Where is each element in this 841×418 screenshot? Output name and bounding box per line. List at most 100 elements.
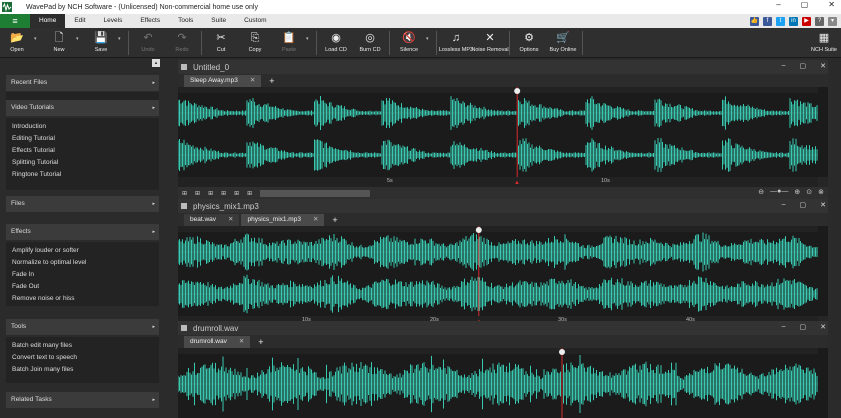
minimize-button[interactable]: – <box>776 0 780 9</box>
panel-minimize-button[interactable]: – <box>782 323 786 331</box>
file-tab[interactable]: beat.wav ✕ <box>184 214 240 226</box>
sidebar-link[interactable]: Normalize to optimal level <box>6 257 159 269</box>
region-icon[interactable]: ⊞ <box>247 190 252 197</box>
horizontal-scrollbar[interactable] <box>260 189 371 197</box>
menu-edit[interactable]: Edit <box>65 14 94 28</box>
add-tab-button[interactable]: + <box>326 214 343 226</box>
load-cd-button[interactable]: ◉ Load CD <box>319 28 353 58</box>
dropdown-arrow-icon[interactable]: ▾ <box>34 28 42 42</box>
dropdown-arrow-icon[interactable]: ▾ <box>76 28 84 42</box>
file-tab[interactable]: physics_mix1.mp3 ✕ <box>241 214 325 226</box>
nch-suite-button[interactable]: ▦ NCH Suite <box>807 28 841 58</box>
options-button[interactable]: ⚙ Options <box>512 28 546 58</box>
sidebar-link[interactable]: Introduction <box>6 121 159 133</box>
dropdown-arrow-icon[interactable]: ▾ <box>118 28 126 42</box>
sidebar-link[interactable]: Ringtone Tutorial <box>6 169 159 181</box>
panel-close-button[interactable]: ✕ <box>820 62 826 70</box>
linkedin-icon[interactable]: in <box>789 16 798 26</box>
panel-close-button[interactable]: ✕ <box>820 323 826 331</box>
select-all-icon[interactable]: ⊞ <box>182 190 187 197</box>
youtube-icon[interactable]: ▶ <box>802 16 811 26</box>
panel-minimize-button[interactable]: – <box>782 62 786 70</box>
dropdown-arrow-icon[interactable]: ▾ <box>306 28 314 42</box>
paste-button[interactable]: 📋 Paste <box>272 28 306 58</box>
new-button[interactable]: 🗋 New <box>42 28 76 58</box>
sidebar-link[interactable]: Editing Tutorial <box>6 133 159 145</box>
sidebar-link[interactable]: Batch edit many files <box>6 340 159 352</box>
panel-maximize-button[interactable]: ▢ <box>800 201 807 209</box>
facebook-icon[interactable]: f <box>763 16 772 26</box>
hamburger-menu-icon[interactable]: ≡ <box>0 14 30 28</box>
sidebar-section-video-tutorials[interactable]: Video Tutorials ▸ <box>6 100 159 116</box>
menu-home[interactable]: Home <box>30 14 66 28</box>
sidebar-link[interactable]: Fade In <box>6 269 159 281</box>
menu-suite[interactable]: Suite <box>202 14 235 28</box>
sidebar-scroll-up-button[interactable]: ▴ <box>152 59 160 67</box>
sidebar-link[interactable]: Convert text to speech <box>6 352 159 364</box>
waveform-display[interactable] <box>178 348 828 418</box>
menu-custom[interactable]: Custom <box>235 14 275 28</box>
dropdown-icon[interactable]: ▾ <box>828 16 837 26</box>
loop-icon[interactable]: ⊞ <box>234 190 239 197</box>
trim-icon[interactable]: ⊞ <box>208 190 213 197</box>
add-tab-button[interactable]: + <box>263 75 280 87</box>
split-icon[interactable]: ⊞ <box>195 190 200 197</box>
panel-close-button[interactable]: ✕ <box>820 201 826 209</box>
sidebar-section-effects[interactable]: Effects ▸ <box>6 224 159 240</box>
open-button[interactable]: 📂 Open <box>0 28 34 58</box>
panel-minimize-button[interactable]: – <box>782 201 786 209</box>
close-tab-icon[interactable]: ✕ <box>239 338 244 345</box>
file-tab[interactable]: Sleep Away.mp3 ✕ <box>184 75 262 87</box>
sidebar-section-tools[interactable]: Tools ▸ <box>6 319 159 335</box>
menu-levels[interactable]: Levels <box>95 14 132 28</box>
sidebar-link[interactable]: Splitting Tutorial <box>6 157 159 169</box>
buy-online-button[interactable]: 🛒 Buy Online <box>546 28 580 58</box>
sidebar-link[interactable]: Batch Join many files <box>6 364 159 376</box>
menu-effects[interactable]: Effects <box>131 14 169 28</box>
add-tab-button[interactable]: + <box>252 336 269 348</box>
sidebar-section-files[interactable]: Files ▸ <box>6 196 159 212</box>
redo-button[interactable]: ↷ Redo <box>165 28 199 58</box>
zoom-in-icon[interactable]: ⊕ <box>794 188 800 196</box>
zoom-selection-icon[interactable]: ⊗ <box>818 188 824 196</box>
panel-title-bar[interactable]: drumroll.wav – ▢ ✕ <box>178 321 828 335</box>
copy-button[interactable]: ⎘ Copy <box>238 28 272 58</box>
sidebar-link[interactable]: Effects Tutorial <box>6 145 159 157</box>
sidebar-link[interactable]: Fade Out <box>6 281 159 293</box>
close-tab-icon[interactable]: ✕ <box>228 216 233 223</box>
cursor-marker <box>559 349 565 355</box>
marker-icon[interactable]: ⊞ <box>221 190 226 197</box>
undo-button[interactable]: ↶ Undo <box>131 28 165 58</box>
help-icon[interactable]: ? <box>815 16 824 26</box>
lossless-mp3-button[interactable]: ♫ Lossless MP3 <box>439 28 473 58</box>
maximize-button[interactable]: ▢ <box>801 0 809 9</box>
zoom-slider[interactable]: —●— <box>770 188 788 196</box>
zoom-fit-icon[interactable]: ⊙ <box>806 188 812 196</box>
like-icon[interactable]: 👍 <box>750 16 759 26</box>
sidebar-link[interactable]: Remove noise or hiss <box>6 293 159 305</box>
panel-maximize-button[interactable]: ▢ <box>800 323 807 331</box>
burn-cd-button[interactable]: ◎ Burn CD <box>353 28 387 58</box>
sidebar-section-related-tasks[interactable]: Related Tasks ▸ <box>6 392 159 408</box>
save-button[interactable]: 💾 Save <box>84 28 118 58</box>
silence-button[interactable]: 🔇 Silence <box>392 28 426 58</box>
waveform-display[interactable] <box>178 226 828 316</box>
file-tab[interactable]: drumroll.wav ✕ <box>184 336 251 348</box>
sidebar-link[interactable]: Amplify louder or softer <box>6 245 159 257</box>
noise-removal-button[interactable]: ✕ Noise Removal <box>471 28 508 58</box>
time-ruler[interactable]: 5s 10s ▲ <box>178 177 818 187</box>
sidebar-section-recent-files[interactable]: Recent Files ▸ <box>6 75 159 91</box>
menu-tools[interactable]: Tools <box>169 14 202 28</box>
cut-button[interactable]: ✂ Cut <box>204 28 238 58</box>
close-button[interactable]: ✕ <box>828 0 835 9</box>
twitter-icon[interactable]: t <box>776 16 785 26</box>
main-vertical-scrollbar[interactable] <box>831 58 841 400</box>
waveform-display[interactable] <box>178 87 828 177</box>
close-tab-icon[interactable]: ✕ <box>250 77 255 84</box>
panel-title-bar[interactable]: Untitled_0 – ▢ ✕ <box>178 60 828 74</box>
panel-title-bar[interactable]: physics_mix1.mp3 – ▢ ✕ <box>178 199 828 213</box>
close-tab-icon[interactable]: ✕ <box>313 216 318 223</box>
zoom-out-icon[interactable]: ⊖ <box>758 188 764 196</box>
dropdown-arrow-icon[interactable]: ▾ <box>426 28 434 42</box>
panel-maximize-button[interactable]: ▢ <box>800 62 807 70</box>
